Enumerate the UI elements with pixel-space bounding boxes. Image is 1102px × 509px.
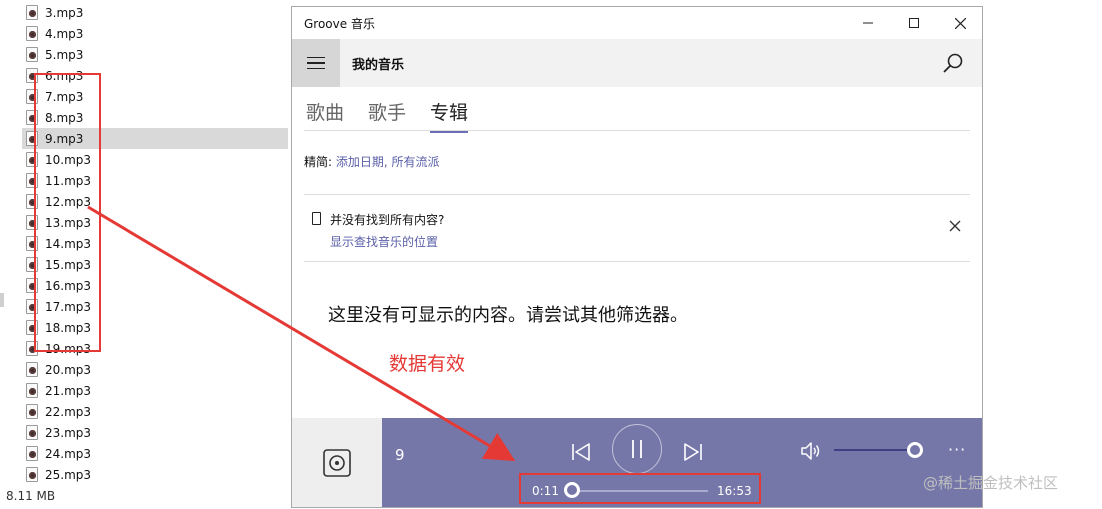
filter-value-link[interactable]: 添加日期, 所有流派: [336, 155, 440, 169]
file-name: 22.mp3: [45, 404, 92, 419]
phone-icon: [312, 212, 321, 225]
file-name: 4.mp3: [45, 26, 84, 41]
hamburger-menu-icon: [307, 56, 325, 59]
close-icon: [954, 17, 966, 29]
skip-previous-icon[interactable]: [570, 441, 592, 463]
audio-file-icon: [26, 404, 38, 419]
file-item[interactable]: 25.mp3: [26, 464, 292, 485]
audio-file-icon: [26, 26, 38, 41]
groove-music-window: Groove 音乐 我的音乐 歌曲 歌手 专辑 精简: 添加日期, 所有流派 并…: [291, 6, 983, 508]
annotation-label: 数据有效: [389, 353, 466, 375]
title-bar[interactable]: Groove 音乐: [292, 7, 982, 39]
divider: [304, 261, 970, 262]
view-tabs: 歌曲 歌手 专辑: [306, 98, 469, 133]
watermark: @稀土掘金技术社区: [923, 474, 1059, 492]
hamburger-menu-button[interactable]: [292, 39, 340, 87]
app-title: Groove 音乐: [304, 16, 375, 31]
pause-icon: [632, 440, 642, 458]
header-bar: 我的音乐: [292, 39, 982, 87]
file-name: 20.mp3: [45, 362, 92, 377]
minimize-button[interactable]: [845, 7, 891, 39]
file-name: 21.mp3: [45, 383, 92, 398]
album-placeholder-icon: [323, 449, 351, 477]
notice-title: 并没有找到所有内容?: [330, 213, 445, 227]
file-name: 5.mp3: [45, 47, 84, 62]
maximize-icon: [909, 18, 919, 28]
show-music-location-link[interactable]: 显示查找音乐的位置: [330, 233, 438, 250]
file-item[interactable]: 21.mp3: [26, 380, 292, 401]
annotation-box-file-list: [34, 73, 101, 352]
filter-row: 精简: 添加日期, 所有流派: [304, 153, 440, 170]
annotation-box-timeline: [519, 473, 761, 504]
empty-state-message: 这里没有可显示的内容。请尝试其他筛选器。: [328, 305, 688, 326]
audio-file-icon: [26, 362, 38, 377]
volume-slider-thumb[interactable]: [906, 442, 923, 458]
filter-label: 精简:: [304, 155, 336, 169]
file-item[interactable]: 3.mp3: [26, 2, 292, 23]
tab-albums[interactable]: 专辑: [430, 98, 469, 133]
volume-icon[interactable]: [799, 439, 823, 463]
audio-file-icon: [26, 467, 38, 482]
tab-songs[interactable]: 歌曲: [306, 98, 344, 129]
status-file-size: 8.11 MB: [6, 489, 56, 503]
page-title: 我的音乐: [352, 58, 405, 73]
tab-artists[interactable]: 歌手: [368, 98, 406, 129]
file-name: 3.mp3: [45, 5, 84, 20]
divider: [304, 130, 970, 131]
pause-button[interactable]: [612, 424, 662, 474]
audio-file-icon: [26, 446, 38, 461]
more-options-button[interactable]: ···: [948, 440, 966, 459]
scroll-marker: [0, 293, 4, 307]
audio-file-icon: [26, 383, 38, 398]
file-item[interactable]: 23.mp3: [26, 422, 292, 443]
maximize-button[interactable]: [891, 7, 937, 39]
file-name: 23.mp3: [45, 425, 92, 440]
close-icon[interactable]: [948, 219, 962, 233]
file-name: 24.mp3: [45, 446, 92, 461]
file-item[interactable]: 5.mp3: [26, 44, 292, 65]
minimize-icon: [863, 22, 873, 24]
file-item[interactable]: 22.mp3: [26, 401, 292, 422]
file-item[interactable]: 4.mp3: [26, 23, 292, 44]
file-item[interactable]: 20.mp3: [26, 359, 292, 380]
search-icon[interactable]: [940, 51, 966, 77]
audio-file-icon: [26, 5, 38, 20]
file-item[interactable]: 24.mp3: [26, 443, 292, 464]
close-button[interactable]: [937, 7, 982, 39]
audio-file-icon: [26, 425, 38, 440]
file-name: 25.mp3: [45, 467, 92, 482]
missing-content-notice: 并没有找到所有内容? 显示查找音乐的位置: [304, 195, 970, 261]
album-art[interactable]: [292, 418, 382, 507]
track-title[interactable]: 9: [395, 446, 405, 464]
skip-next-icon[interactable]: [682, 441, 704, 463]
audio-file-icon: [26, 47, 38, 62]
